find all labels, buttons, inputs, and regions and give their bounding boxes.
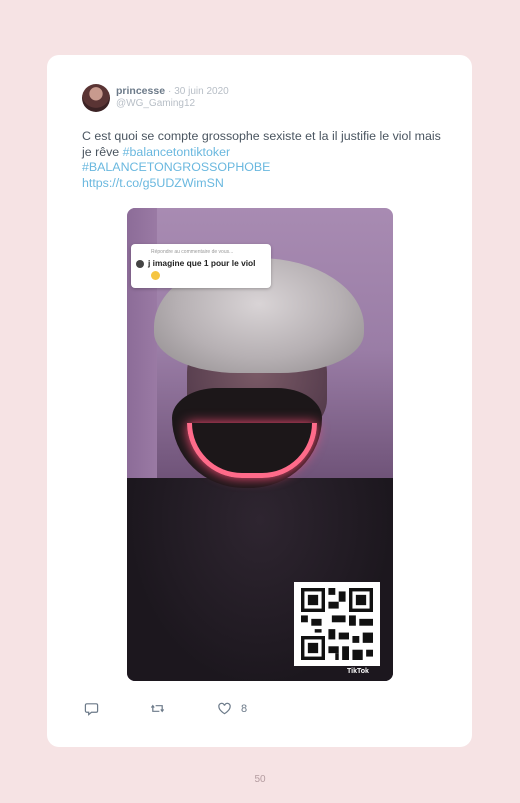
- comment-text: j imagine que 1 pour le viol: [148, 258, 256, 268]
- tweet-actions: 8: [84, 701, 344, 721]
- separator: ·: [167, 86, 172, 97]
- tweet-date[interactable]: 30 juin 2020: [174, 86, 229, 97]
- user-name-row: princesse · 30 juin 2020: [116, 85, 229, 97]
- qr-code-icon: [301, 588, 373, 660]
- url-link[interactable]: https://t.co/g5UDZWimSN: [82, 176, 224, 190]
- reply-button[interactable]: [84, 701, 99, 716]
- avatar[interactable]: [82, 84, 110, 112]
- like-button[interactable]: 8: [217, 701, 247, 716]
- comment-reply-header: Répondre au commentaire de vous...: [151, 249, 234, 255]
- hashtag-link[interactable]: #balancetontiktoker: [123, 145, 230, 159]
- tweet-card: princesse · 30 juin 2020 @WG_Gaming12 C …: [47, 55, 472, 747]
- like-count: 8: [241, 702, 248, 715]
- tiktok-watermark: TikTok: [347, 668, 369, 675]
- tweet-text: C est quoi se compte grossophe sexiste e…: [82, 129, 452, 191]
- smile-emoji-icon: [151, 271, 160, 280]
- commenter-avatar-icon: [136, 260, 144, 268]
- retweet-button[interactable]: [150, 701, 165, 716]
- page-number: 50: [254, 774, 266, 785]
- tweet-media-image[interactable]: Répondre au commentaire de vous... j ima…: [127, 208, 393, 681]
- reply-icon: [84, 703, 99, 716]
- comment-reply-bubble: Répondre au commentaire de vous... j ima…: [131, 244, 271, 288]
- user-handle[interactable]: @WG_Gaming12: [116, 98, 195, 109]
- heart-icon: [218, 702, 231, 715]
- hashtag-link[interactable]: #BALANCETONGROSSOPHOBE: [82, 160, 270, 174]
- user-name[interactable]: princesse: [116, 85, 165, 97]
- retweet-icon: [150, 704, 165, 713]
- qr-code: [294, 582, 380, 666]
